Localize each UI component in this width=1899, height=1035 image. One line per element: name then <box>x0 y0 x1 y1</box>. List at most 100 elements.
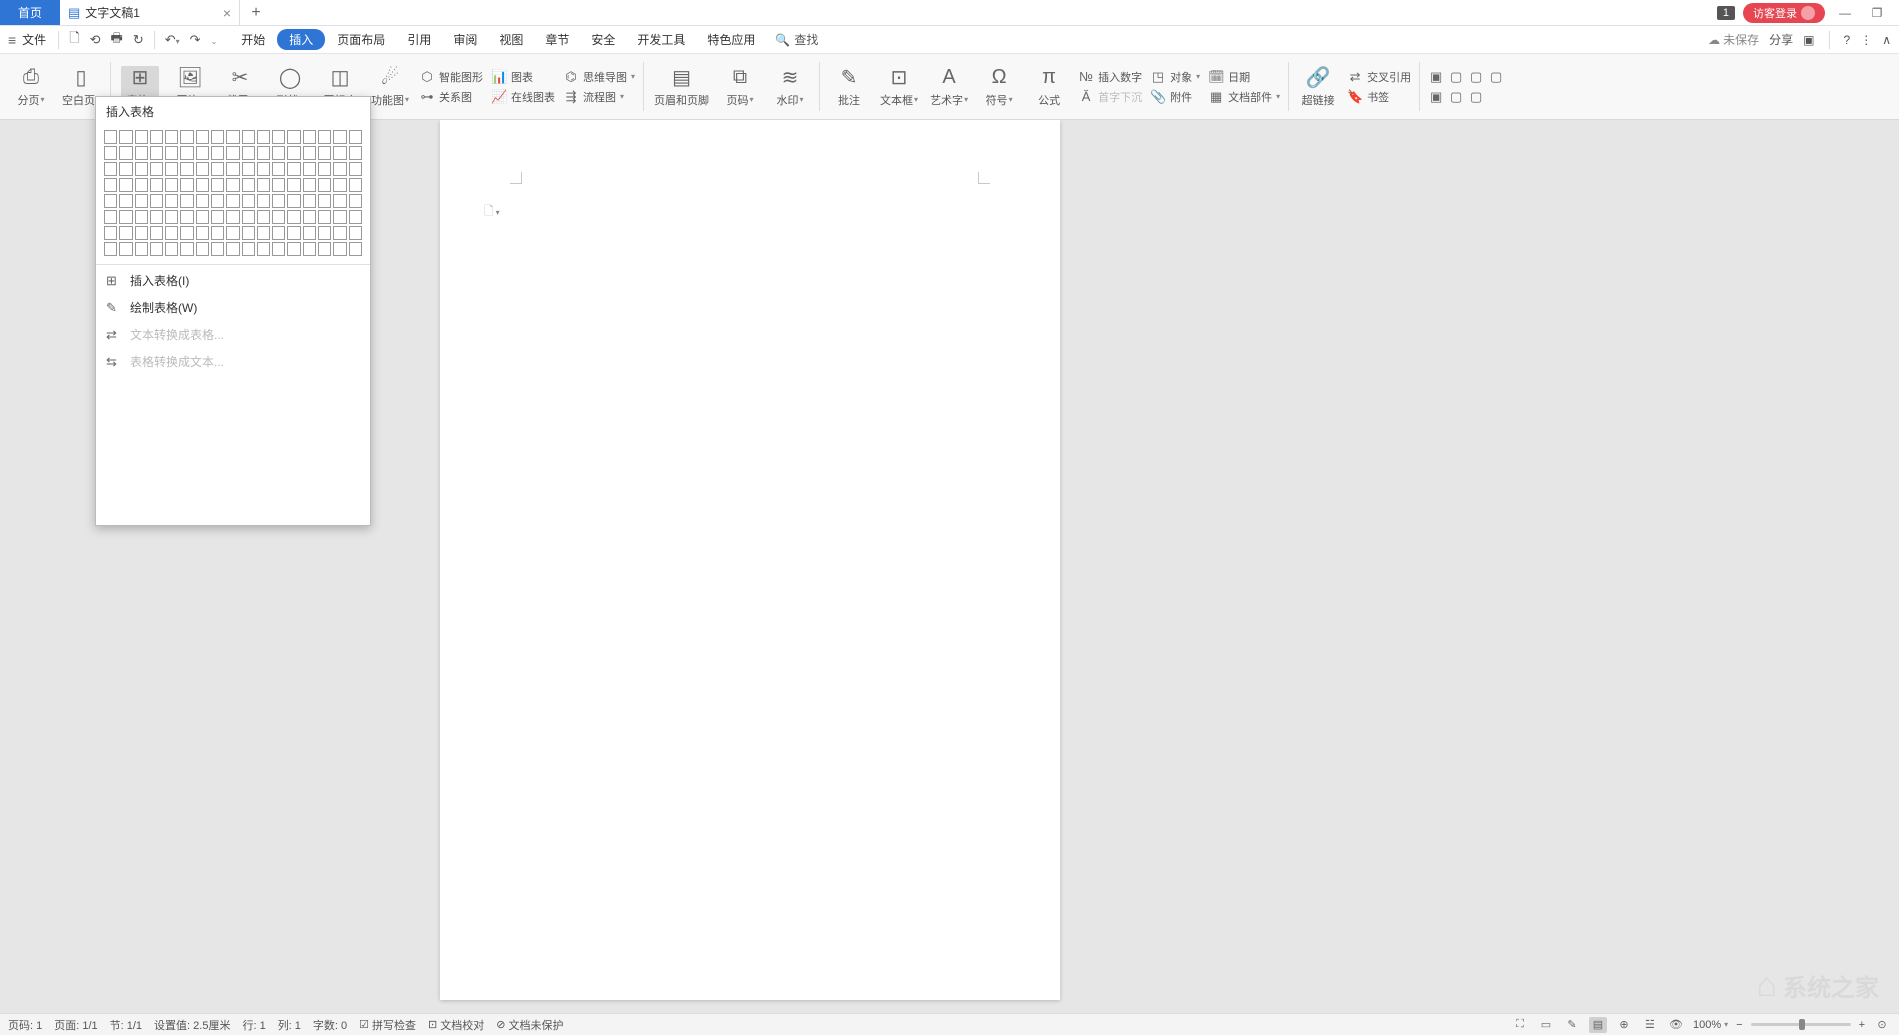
grid-cell[interactable] <box>196 242 209 256</box>
grid-cell[interactable] <box>257 130 270 144</box>
grid-cell[interactable] <box>196 226 209 240</box>
ribbon-flowchart[interactable]: ⇶流程图▾ <box>563 89 635 105</box>
grid-cell[interactable] <box>272 210 285 224</box>
grid-cell[interactable] <box>257 178 270 192</box>
grid-cell[interactable] <box>226 226 239 240</box>
grid-cell[interactable] <box>180 178 193 192</box>
grid-cell[interactable] <box>119 178 132 192</box>
menu-tab-start[interactable]: 开始 <box>231 28 275 51</box>
ribbon-wordart[interactable]: A艺术字▾ <box>930 66 968 108</box>
grid-cell[interactable] <box>150 130 163 144</box>
window-minimize[interactable]: — <box>1833 6 1857 20</box>
grid-cell[interactable] <box>318 226 331 240</box>
grid-cell[interactable] <box>318 210 331 224</box>
qat-save-icon[interactable]: 🗋 <box>65 29 83 51</box>
grid-cell[interactable] <box>104 130 117 144</box>
grid-cell[interactable] <box>318 146 331 160</box>
grid-cell[interactable] <box>349 162 363 176</box>
search-command[interactable]: 🔍查找 <box>775 31 818 48</box>
grid-cell[interactable] <box>211 242 224 256</box>
status-spell[interactable]: ☑ 拼写检查 <box>359 1017 416 1033</box>
zoom-in-button[interactable]: + <box>1859 1019 1865 1031</box>
grid-cell[interactable] <box>135 226 148 240</box>
phone-icon[interactable]: ▣ <box>1803 33 1814 47</box>
menu-tab-insert[interactable]: 插入 <box>277 29 325 50</box>
grid-cell[interactable] <box>150 194 163 208</box>
add-tab-button[interactable]: + <box>240 0 272 25</box>
grid-cell[interactable] <box>226 130 239 144</box>
grid-cell[interactable] <box>287 226 300 240</box>
grid-cell[interactable] <box>226 178 239 192</box>
grid-cell[interactable] <box>150 146 163 160</box>
status-proof[interactable]: ⊡ 文档校对 <box>428 1017 484 1033</box>
grid-cell[interactable] <box>242 210 255 224</box>
grid-cell[interactable] <box>211 210 224 224</box>
grid-cell[interactable] <box>349 146 363 160</box>
grid-cell[interactable] <box>242 226 255 240</box>
grid-cell[interactable] <box>303 242 316 256</box>
zoom-label[interactable]: 100% ▾ <box>1693 1019 1728 1031</box>
grid-cell[interactable] <box>349 242 363 256</box>
menu-tab-review[interactable]: 审阅 <box>443 28 487 51</box>
grid-cell[interactable] <box>272 146 285 160</box>
grid-cell[interactable] <box>287 194 300 208</box>
ribbon-relation[interactable]: ⊶关系图 <box>419 89 483 105</box>
view-read-icon[interactable]: ▭ <box>1537 1017 1555 1033</box>
grid-cell[interactable] <box>104 242 117 256</box>
zoom-out-button[interactable]: − <box>1736 1019 1742 1031</box>
window-restore[interactable]: ❐ <box>1865 6 1889 20</box>
menu-tab-dev[interactable]: 开发工具 <box>627 28 695 51</box>
zoom-fit-icon[interactable]: ⊙ <box>1873 1017 1891 1033</box>
grid-cell[interactable] <box>349 178 363 192</box>
grid-cell[interactable] <box>333 162 346 176</box>
grid-cell[interactable] <box>242 178 255 192</box>
page-anchor-icon[interactable]: 🗋 ▾ <box>484 202 500 223</box>
grid-cell[interactable] <box>272 194 285 208</box>
ribbon-smart-shape[interactable]: ⬡智能图形 <box>419 69 483 85</box>
ribbon-cross-ref[interactable]: ⇄交叉引用 <box>1347 69 1411 85</box>
grid-cell[interactable] <box>165 226 178 240</box>
grid-cell[interactable] <box>119 226 132 240</box>
grid-cell[interactable] <box>318 242 331 256</box>
grid-cell[interactable] <box>119 162 132 176</box>
view-edit-icon[interactable]: ✎ <box>1563 1017 1581 1033</box>
grid-cell[interactable] <box>135 130 148 144</box>
grid-cell[interactable] <box>119 146 132 160</box>
view-outline-icon[interactable]: ☱ <box>1641 1017 1659 1033</box>
status-row[interactable]: 行: 1 <box>242 1017 265 1033</box>
tab-document[interactable]: ▤ 文字文稿1 × <box>60 0 240 25</box>
grid-cell[interactable] <box>333 130 346 144</box>
grid-cell[interactable] <box>349 210 363 224</box>
status-col[interactable]: 列: 1 <box>278 1017 301 1033</box>
grid-cell[interactable] <box>333 210 346 224</box>
collapse-ribbon-icon[interactable]: ∧ <box>1882 33 1891 47</box>
ribbon-page-break[interactable]: ⎙分页▾ <box>12 66 50 108</box>
grid-cell[interactable] <box>165 194 178 208</box>
grid-cell[interactable] <box>226 194 239 208</box>
grid-cell[interactable] <box>135 178 148 192</box>
qat-refresh-icon[interactable]: ↻ <box>129 32 148 48</box>
ribbon-insert-num[interactable]: №插入数字 <box>1078 69 1142 85</box>
grid-cell[interactable] <box>196 194 209 208</box>
grid-cell[interactable] <box>135 162 148 176</box>
grid-cell[interactable] <box>349 130 363 144</box>
grid-cell[interactable] <box>135 146 148 160</box>
grid-cell[interactable] <box>333 194 346 208</box>
ribbon-view-btn-2[interactable]: ▣▢▢ <box>1428 89 1504 105</box>
grid-cell[interactable] <box>104 194 117 208</box>
grid-cell[interactable] <box>257 162 270 176</box>
grid-cell[interactable] <box>242 130 255 144</box>
status-words[interactable]: 字数: 0 <box>313 1017 347 1033</box>
ribbon-date[interactable]: 🗓日期 <box>1208 69 1280 85</box>
view-fullscreen-icon[interactable]: ⛶ <box>1511 1017 1529 1033</box>
ribbon-func-chart[interactable]: ☄功能图▾ <box>371 66 409 108</box>
grid-cell[interactable] <box>211 226 224 240</box>
menu-tab-security[interactable]: 安全 <box>581 28 625 51</box>
grid-cell[interactable] <box>272 226 285 240</box>
qat-more-icon[interactable]: ⌄ <box>207 32 222 47</box>
ribbon-mindmap[interactable]: ⌬思维导图▾ <box>563 69 635 85</box>
grid-cell[interactable] <box>303 162 316 176</box>
ribbon-equation[interactable]: π公式 <box>1030 66 1068 108</box>
grid-cell[interactable] <box>226 242 239 256</box>
grid-cell[interactable] <box>119 130 132 144</box>
